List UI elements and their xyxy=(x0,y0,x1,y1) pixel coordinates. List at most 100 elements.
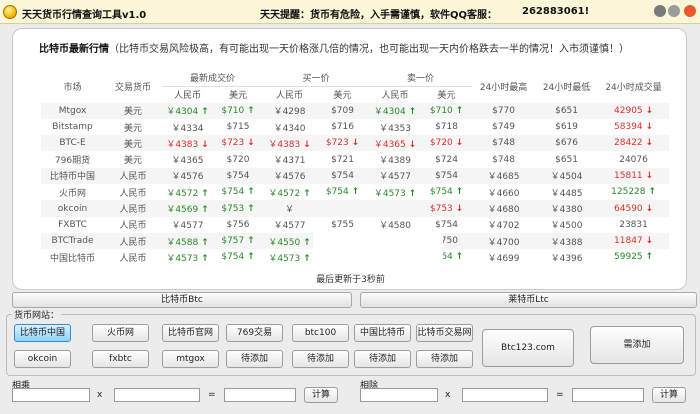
cell-sell-rmb: ￥4389 xyxy=(369,151,422,168)
cell-value: 人民币 xyxy=(119,237,147,248)
cell-vol: 125228 ↑ xyxy=(598,184,670,201)
site-button[interactable]: 比特币官网 xyxy=(162,324,219,342)
cell-value: $748 xyxy=(492,154,515,165)
up-arrow-icon: ↑ xyxy=(201,188,209,199)
cell-vol: 11847 ↓ xyxy=(598,232,670,250)
cell-currency: 人民币 xyxy=(104,167,162,185)
cell-last-rmb: ￥4304 ↑ xyxy=(162,102,213,119)
site-button[interactable]: 769交易 xyxy=(226,324,283,342)
cell-value: ￥4572 xyxy=(268,188,301,199)
cell-buy-rmb: ￥4383 ↓ xyxy=(263,135,317,152)
cell-value: ￥4334 xyxy=(171,123,204,134)
divide-result[interactable] xyxy=(572,388,644,402)
cell-low: $676 xyxy=(535,135,599,152)
cell-sell-usd: $753 ↓ xyxy=(421,200,473,217)
cell-value: ￥4700 xyxy=(487,237,520,248)
up-arrow-icon: ↑ xyxy=(303,237,311,248)
site-button[interactable]: 比特币中国 xyxy=(14,324,71,342)
cell-value: 23831 xyxy=(619,219,648,230)
col-high24: 24小时最高 xyxy=(479,82,528,93)
down-arrow-icon: ↓ xyxy=(455,138,464,149)
multiply-input-b[interactable] xyxy=(114,388,200,402)
tab-litecoin[interactable]: 莱特币Ltc xyxy=(360,292,697,308)
multiply-input-a[interactable] xyxy=(12,388,90,402)
up-arrow-icon: ↑ xyxy=(247,187,255,198)
cell-buy-rmb: ￥4371 xyxy=(263,151,317,168)
cell-value: ￥4371 xyxy=(273,156,306,167)
site-button[interactable]: 待添加 xyxy=(416,350,473,368)
site-button[interactable]: 比特币交易网 xyxy=(416,324,473,342)
up-arrow-icon: ↑ xyxy=(201,107,209,118)
site-button[interactable]: 火币网 xyxy=(92,324,149,342)
col-last-trade: 最新成交价 xyxy=(162,70,264,87)
cell-value: 24076 xyxy=(619,154,648,165)
cell-value: 比特币中国 xyxy=(49,172,95,183)
divide-input-a[interactable] xyxy=(360,388,438,402)
cell-value: $748 xyxy=(492,138,515,149)
multiply-calc-button[interactable]: 计算 xyxy=(304,387,338,403)
site-button[interactable]: okcoin xyxy=(14,350,71,368)
cell-high: $770 xyxy=(472,102,536,119)
minimize-button[interactable] xyxy=(654,5,666,17)
site-button[interactable]: 中国比特币 xyxy=(354,324,411,342)
subcol-buy-rmb: 人民币 xyxy=(276,91,304,102)
down-arrow-icon: ↓ xyxy=(303,139,311,150)
cell-value: ￥4573 xyxy=(373,188,406,199)
heading-title: 比特币最新行情 xyxy=(39,44,109,55)
cell-last-usd: $720 xyxy=(213,151,264,168)
site-button[interactable]: fxbtc xyxy=(92,350,149,368)
cell-sell-usd: $710 ↑ xyxy=(421,102,473,119)
cell-value: ￥4577 xyxy=(379,172,411,183)
divide-calc-button[interactable]: 计算 xyxy=(652,387,686,403)
cell-value: ￥4485 xyxy=(550,188,583,199)
cell-buy-usd: $754 ↑ xyxy=(316,184,370,201)
maximize-button[interactable] xyxy=(668,5,680,17)
cell-high: ￥4702 xyxy=(472,216,536,233)
up-arrow-icon: ↑ xyxy=(648,187,656,198)
cell-value: 28422 xyxy=(614,138,643,149)
down-arrow-icon: ↓ xyxy=(247,138,255,149)
down-arrow-icon: ↓ xyxy=(645,170,654,181)
add-site-button[interactable]: 需添加 xyxy=(590,326,684,364)
cell-value: Bitstamp xyxy=(52,122,93,133)
cell-high: $748 xyxy=(472,151,536,168)
multiply-result[interactable] xyxy=(224,388,296,402)
cell-last-usd: $753 ↑ xyxy=(213,200,264,217)
site-button[interactable]: 待添加 xyxy=(354,350,411,368)
blank-overlay xyxy=(313,229,443,263)
btc123-button[interactable]: Btc123.com xyxy=(482,329,574,367)
cell-value: $754 xyxy=(331,170,354,181)
cell-value: 人民币 xyxy=(119,172,147,183)
down-arrow-icon: ↓ xyxy=(455,203,464,214)
col-currency: 交易货币 xyxy=(114,82,151,93)
cell-low: ￥4380 xyxy=(535,200,599,217)
cell-value: ￥4573 xyxy=(166,253,199,264)
panel-heading: 比特币最新行情（比特币交易风险极高，有可能出现一天价格涨几倍的情况，也可能出现一… xyxy=(39,40,629,55)
cell-value: $709 xyxy=(331,105,354,116)
tab-bitcoin[interactable]: 比特币Btc xyxy=(12,292,352,308)
cell-last-rmb: ￥4572 ↑ xyxy=(162,184,213,201)
divide-input-b[interactable] xyxy=(462,388,548,402)
cell-value: $723 xyxy=(325,138,349,149)
cell-buy-rmb: ￥ xyxy=(263,200,317,217)
up-arrow-icon: ↑ xyxy=(201,253,209,264)
cell-currency: 美元 xyxy=(104,118,162,136)
close-button[interactable] xyxy=(684,5,696,17)
site-button[interactable]: btc100 xyxy=(292,324,349,342)
cell-market: Bitstamp xyxy=(41,118,104,136)
cell-high: ￥4699 xyxy=(472,249,536,266)
cell-market: BTCTrade xyxy=(41,232,104,250)
cell-value: ￥4576 xyxy=(171,172,204,183)
cell-value: 人民币 xyxy=(119,188,147,199)
table-row: BTC-E 美元 ￥4383 ↓ $723 ↓ ￥4383 ↓ $723 ↓ ￥4365 ↓… xyxy=(41,135,670,152)
col-market: 市场 xyxy=(63,82,82,93)
cell-value: ￥4298 xyxy=(273,107,306,118)
site-button[interactable]: 待添加 xyxy=(292,350,349,368)
cell-last-usd: $754 ↑ xyxy=(213,184,264,201)
site-button[interactable]: 待添加 xyxy=(226,350,283,368)
cell-market: FXBTC xyxy=(41,216,104,233)
cell-market: 796期货 xyxy=(41,151,104,168)
site-button[interactable]: mtgox xyxy=(162,350,219,368)
up-arrow-icon: ↑ xyxy=(408,188,417,199)
title-bar: 天天货币行情查询工具v1.0 天天提醒：货币有危险，入手需谨慎，软件QQ客服： … xyxy=(0,0,700,24)
